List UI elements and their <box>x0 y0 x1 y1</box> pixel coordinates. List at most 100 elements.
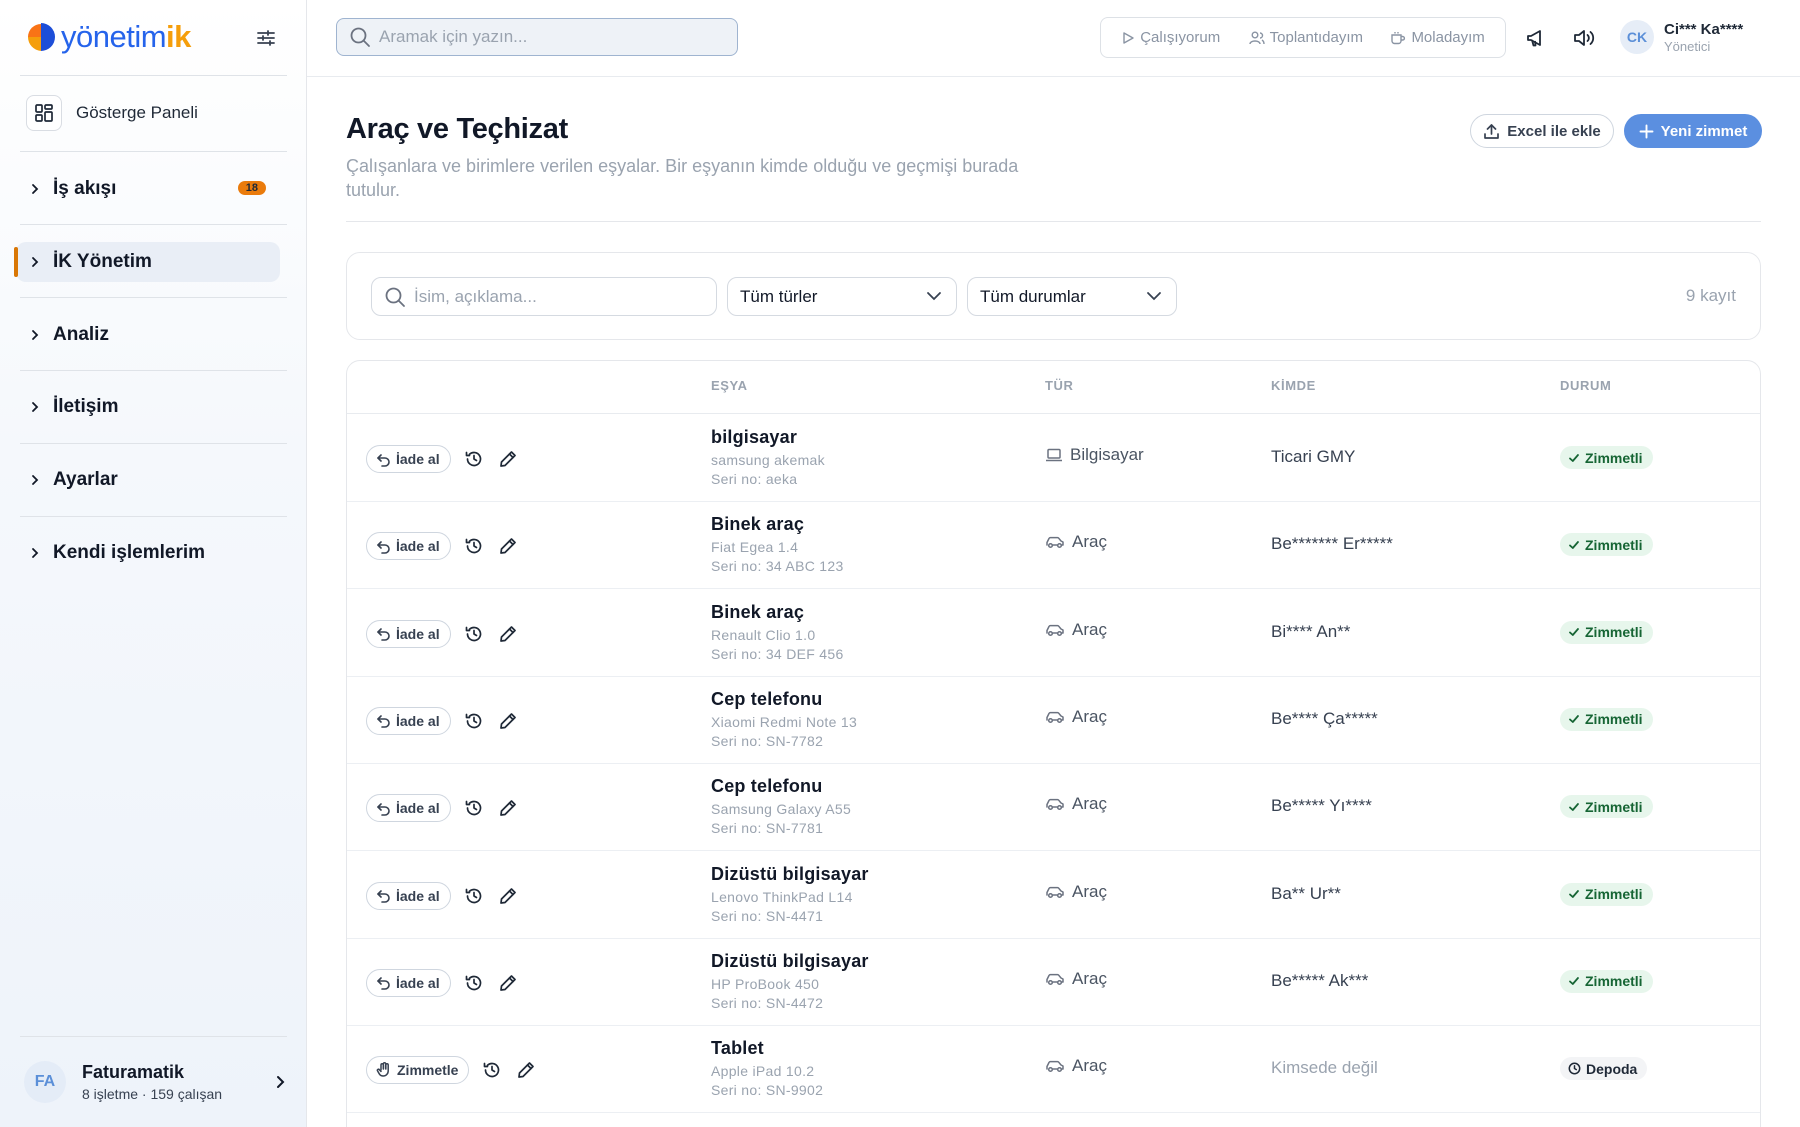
item-description: Samsung Galaxy A55 <box>711 801 852 818</box>
edit-icon[interactable] <box>497 623 519 645</box>
undo-icon <box>376 626 396 641</box>
presence-status-group: Çalışıyorum Toplantıdayım Moladayım <box>1100 17 1506 58</box>
sidebar-settings-icon[interactable] <box>254 26 278 50</box>
active-indicator <box>14 247 18 277</box>
new-assignment-button[interactable]: Yeni zimmet <box>1624 114 1762 148</box>
item-cell: Binek araç Fiat Egea 1.4 Seri no: 34 ABC 1… <box>711 514 844 574</box>
check-icon <box>1568 888 1585 900</box>
button-label: İade al <box>396 800 440 817</box>
undo-icon <box>376 975 396 991</box>
table-row[interactable]: İade al Cep telefonu Xiaomi Redmi Note 13 S… <box>347 676 1760 764</box>
row-actions: İade al <box>366 794 519 823</box>
brand-logo[interactable]: yönetimik <box>24 18 191 56</box>
item-description: HP ProBook 450 <box>711 975 820 992</box>
item-description: Xiaomi Redmi Note 13 <box>711 713 858 730</box>
return-button[interactable]: İade al <box>366 445 451 473</box>
type-cell: Araç <box>1045 1056 1107 1076</box>
sidebar-item-my-actions[interactable]: Kendi işlemlerim <box>16 533 280 573</box>
item-search[interactable] <box>371 277 717 316</box>
column-header-status[interactable]: DURUM <box>1560 378 1611 393</box>
edit-icon[interactable] <box>497 885 519 907</box>
item-name: bilgisayar <box>711 427 798 447</box>
table-row[interactable]: İade al bilgisayar samsung akemak Seri no: … <box>347 414 1760 502</box>
divider <box>20 443 287 444</box>
edit-icon[interactable] <box>497 535 519 557</box>
sidebar-item-hr-management[interactable]: İK Yönetim <box>14 242 280 282</box>
clock-icon <box>1568 1062 1586 1075</box>
edit-icon[interactable] <box>497 972 519 994</box>
column-header-item[interactable]: EŞYA <box>711 378 748 393</box>
megaphone-icon[interactable] <box>1525 27 1547 49</box>
chevron-right-icon <box>30 474 44 486</box>
table-row[interactable]: İade al Binek araç Fiat Egea 1.4 Seri no: 3… <box>347 501 1760 590</box>
sidebar-item-analysis[interactable]: Analiz <box>16 315 280 355</box>
holder-cell: Bi**** An** <box>1271 621 1351 641</box>
status-working-button[interactable]: Çalışıyorum <box>1121 29 1220 46</box>
return-button[interactable]: İade al <box>366 706 451 735</box>
status-label: Zimmetli <box>1585 449 1643 466</box>
return-button[interactable]: İade al <box>366 881 451 910</box>
item-cell: Dizüstü bilgisayar Lenovo ThinkPad L14 Ser… <box>711 864 869 924</box>
button-label: Zimmetle <box>397 1062 459 1079</box>
status-meeting-button[interactable]: Toplantıdayım <box>1248 29 1363 46</box>
edit-icon[interactable] <box>497 448 519 470</box>
type-filter-select[interactable]: Tüm türler <box>727 277 957 316</box>
table-row[interactable]: İade al Binek araç Renault Clio 1.0 Seri no… <box>347 589 1760 677</box>
history-icon[interactable] <box>463 448 485 470</box>
history-icon[interactable] <box>463 710 485 732</box>
item-description: Renault Clio 1.0 <box>711 626 816 643</box>
status-badge: Depoda <box>1560 1057 1648 1081</box>
history-icon[interactable] <box>463 535 485 557</box>
type-cell: Araç <box>1045 969 1107 989</box>
type-label: Araç <box>1072 794 1107 814</box>
search-input[interactable] <box>414 286 704 307</box>
table-row[interactable]: Zimmetle Tablet Apple iPad 10.2 Seri no: SN… <box>347 1025 1760 1114</box>
history-icon[interactable] <box>463 797 485 819</box>
history-icon[interactable] <box>463 972 485 994</box>
assign-button[interactable]: Zimmetle <box>366 1056 470 1085</box>
table-row[interactable]: İade al Dizüstü bilgisayar Lenovo ThinkPad… <box>347 851 1760 939</box>
car-icon <box>1045 885 1072 899</box>
edit-icon[interactable] <box>497 710 519 732</box>
sidebar-item-workflow[interactable]: İş akışı 18 <box>16 169 280 209</box>
item-cell: Binek araç Renault Clio 1.0 Seri no: 34 DE… <box>711 602 844 662</box>
users-icon <box>1248 31 1270 45</box>
column-header-holder[interactable]: KİMDE <box>1271 378 1316 393</box>
page-title: Araç ve Teçhizat <box>346 113 568 145</box>
row-actions: Zimmetle <box>366 1056 537 1085</box>
history-icon[interactable] <box>463 623 485 645</box>
table-row[interactable]: İade al Dizüstü bilgisayar HP ProBook 450 S… <box>347 938 1760 1026</box>
status-filter-select[interactable]: Tüm durumlar <box>967 277 1177 316</box>
sidebar-item-communication[interactable]: İletişim <box>16 387 280 427</box>
return-button[interactable]: İade al <box>366 619 451 648</box>
status-break-button[interactable]: Moladayım <box>1391 29 1485 46</box>
column-header-type[interactable]: TÜR <box>1045 378 1074 393</box>
organization-switcher[interactable]: FA Faturamatik 8 işletme · 159 çalışan <box>24 1058 286 1106</box>
user-info: Ci*** Ka**** Yönetici <box>1664 21 1743 54</box>
item-cell: Dizüstü bilgisayar HP ProBook 450 Seri no:… <box>711 951 869 1011</box>
return-button[interactable]: İade al <box>366 794 451 823</box>
global-search[interactable] <box>336 18 738 56</box>
top-bar: Çalışıyorum Toplantıdayım Moladayım CK C… <box>307 0 1800 77</box>
search-input[interactable] <box>379 27 719 47</box>
type-cell: Araç <box>1045 620 1107 640</box>
sidebar-item-dashboard[interactable]: Gösterge Paneli <box>26 95 288 131</box>
button-label: İade al <box>396 887 440 904</box>
edit-icon[interactable] <box>497 797 519 819</box>
history-icon[interactable] <box>463 885 485 907</box>
chevron-down-icon <box>1146 290 1162 302</box>
item-name: Cep telefonu <box>711 688 823 709</box>
return-button[interactable]: İade al <box>366 532 451 561</box>
item-description: Lenovo ThinkPad L14 <box>711 888 853 905</box>
car-icon <box>1045 623 1072 637</box>
user-menu[interactable]: CK Ci*** Ka**** Yönetici <box>1620 20 1743 54</box>
edit-icon[interactable] <box>515 1059 537 1081</box>
return-button[interactable]: İade al <box>366 968 451 997</box>
type-cell: Araç <box>1045 794 1107 814</box>
excel-import-button[interactable]: Excel ile ekle <box>1470 114 1614 148</box>
history-icon[interactable] <box>481 1059 503 1081</box>
table-row[interactable]: İade al Cep telefonu Samsung Galaxy A55 Ser… <box>347 763 1760 852</box>
volume-icon[interactable] <box>1572 27 1595 49</box>
sidebar-item-settings[interactable]: Ayarlar <box>16 460 280 500</box>
undo-icon <box>376 539 396 554</box>
